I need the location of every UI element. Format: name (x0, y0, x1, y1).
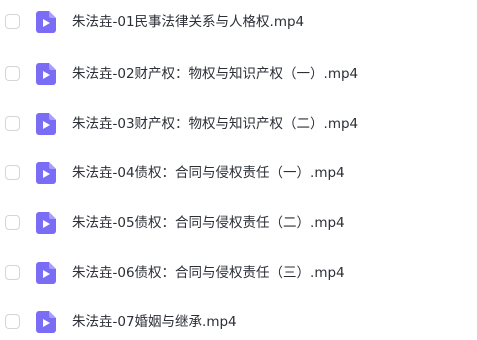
video-file-icon (36, 212, 56, 234)
row-checkbox[interactable] (5, 165, 20, 180)
file-row[interactable]: 朱法垚-04债权：合同与侵权责任（一）.mp4 (0, 155, 477, 191)
file-row[interactable]: 朱法垚-01民事法律关系与人格权.mp4 (0, 4, 477, 40)
video-file-icon (36, 11, 56, 33)
file-row[interactable]: 朱法垚-05债权：合同与侵权责任（二）.mp4 (0, 205, 477, 241)
file-row[interactable]: 朱法垚-02财产权：物权与知识产权（一）.mp4 (0, 56, 477, 92)
file-name[interactable]: 朱法垚-06债权：合同与侵权责任（三）.mp4 (72, 263, 345, 283)
video-file-icon (36, 113, 56, 135)
row-checkbox[interactable] (5, 116, 20, 131)
file-row[interactable]: 朱法垚-06债权：合同与侵权责任（三）.mp4 (0, 255, 477, 291)
video-file-icon (36, 311, 56, 333)
video-file-icon (36, 262, 56, 284)
file-name[interactable]: 朱法垚-03财产权：物权与知识产权（二）.mp4 (72, 114, 358, 134)
video-file-icon (36, 63, 56, 85)
file-row[interactable]: 朱法垚-03财产权：物权与知识产权（二）.mp4 (0, 106, 477, 142)
row-checkbox[interactable] (5, 314, 20, 329)
file-name[interactable]: 朱法垚-01民事法律关系与人格权.mp4 (72, 12, 304, 32)
row-checkbox[interactable] (5, 215, 20, 230)
file-name[interactable]: 朱法垚-04债权：合同与侵权责任（一）.mp4 (72, 163, 345, 183)
video-file-icon (36, 162, 56, 184)
file-name[interactable]: 朱法垚-02财产权：物权与知识产权（一）.mp4 (72, 64, 358, 84)
row-checkbox[interactable] (5, 66, 20, 81)
row-checkbox[interactable] (5, 265, 20, 280)
file-name[interactable]: 朱法垚-07婚姻与继承.mp4 (72, 312, 237, 332)
file-row[interactable]: 朱法垚-07婚姻与继承.mp4 (0, 304, 477, 340)
file-name[interactable]: 朱法垚-05债权：合同与侵权责任（二）.mp4 (72, 213, 345, 233)
row-checkbox[interactable] (5, 14, 20, 29)
